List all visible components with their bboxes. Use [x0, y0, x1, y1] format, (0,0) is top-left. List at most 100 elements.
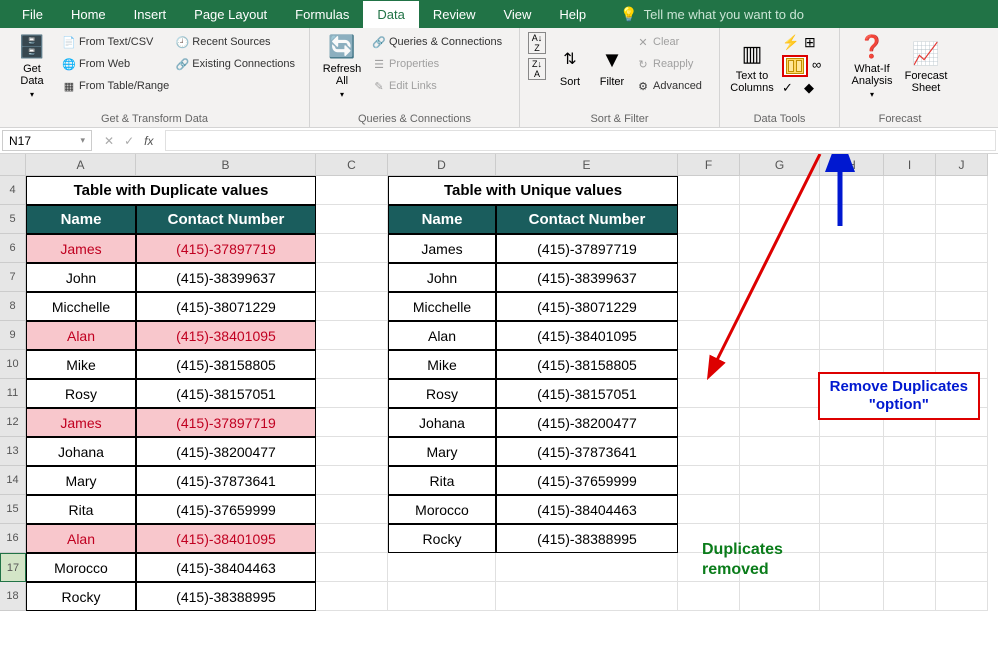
cell[interactable]	[936, 205, 988, 234]
cell[interactable]	[316, 524, 388, 553]
cell[interactable]	[678, 350, 740, 379]
select-all-corner[interactable]	[0, 154, 26, 176]
cell[interactable]	[678, 176, 740, 205]
cell[interactable]	[740, 437, 820, 466]
formula-bar[interactable]	[165, 130, 996, 151]
cell[interactable]	[820, 176, 884, 205]
text-to-columns-button[interactable]: ▥ Text to Columns	[728, 32, 776, 102]
cell[interactable]	[884, 176, 936, 205]
col-header[interactable]: B	[136, 154, 316, 176]
row-header[interactable]: 15	[0, 495, 26, 524]
cell[interactable]	[740, 321, 820, 350]
col-header[interactable]: C	[316, 154, 388, 176]
row-header[interactable]: 14	[0, 466, 26, 495]
cell[interactable]	[316, 263, 388, 292]
cell[interactable]	[740, 350, 820, 379]
col-header[interactable]: J	[936, 154, 988, 176]
cell[interactable]	[678, 379, 740, 408]
row-header[interactable]: 18	[0, 582, 26, 611]
cell[interactable]	[936, 292, 988, 321]
queries-connections[interactable]: 🔗Queries & Connections	[372, 32, 502, 52]
menu-tab-formulas[interactable]: Formulas	[281, 1, 363, 28]
cell[interactable]	[740, 176, 820, 205]
cell[interactable]	[316, 379, 388, 408]
cell[interactable]	[740, 408, 820, 437]
cell[interactable]	[316, 234, 388, 263]
row-header[interactable]: 7	[0, 263, 26, 292]
col-header[interactable]: A	[26, 154, 136, 176]
menu-tab-help[interactable]: Help	[545, 1, 600, 28]
existing-connections[interactable]: 🔗Existing Connections	[175, 54, 295, 74]
cell[interactable]	[740, 495, 820, 524]
cell[interactable]	[936, 176, 988, 205]
cell[interactable]	[884, 553, 936, 582]
cell[interactable]	[678, 292, 740, 321]
cell[interactable]	[820, 292, 884, 321]
name-box[interactable]: N17▾	[2, 130, 92, 151]
cell[interactable]	[820, 205, 884, 234]
advanced-filter[interactable]: ⚙Advanced	[636, 76, 702, 96]
row-header[interactable]: 4	[0, 176, 26, 205]
data-model-icon[interactable]: ◆	[804, 80, 822, 98]
cell[interactable]	[316, 582, 388, 611]
remove-duplicates-button[interactable]	[782, 55, 808, 77]
row-header[interactable]: 10	[0, 350, 26, 379]
forecast-sheet-button[interactable]: 📈 Forecast Sheet	[902, 32, 950, 102]
cell[interactable]	[936, 437, 988, 466]
cell[interactable]	[884, 321, 936, 350]
cancel-icon[interactable]: ✕	[104, 134, 114, 148]
cell[interactable]	[740, 263, 820, 292]
what-if-button[interactable]: ❓ What-If Analysis ▾	[848, 32, 896, 102]
cell[interactable]	[388, 553, 496, 582]
cell[interactable]	[316, 205, 388, 234]
refresh-all-button[interactable]: 🔄 Refresh All ▾	[318, 32, 366, 102]
col-header[interactable]: D	[388, 154, 496, 176]
from-web[interactable]: 🌐From Web	[62, 54, 169, 74]
cell[interactable]	[740, 466, 820, 495]
worksheet[interactable]: ABCDEFGHIJ4Table with Duplicate valuesTa…	[0, 154, 998, 647]
cell[interactable]	[316, 437, 388, 466]
row-header[interactable]: 17	[0, 553, 26, 582]
cell[interactable]	[316, 553, 388, 582]
cell[interactable]	[884, 437, 936, 466]
cell[interactable]	[316, 176, 388, 205]
cell[interactable]	[678, 234, 740, 263]
menu-tab-view[interactable]: View	[489, 1, 545, 28]
cell[interactable]	[936, 495, 988, 524]
cell[interactable]	[820, 553, 884, 582]
cell[interactable]	[820, 234, 884, 263]
menu-tab-insert[interactable]: Insert	[120, 1, 181, 28]
get-data-button[interactable]: 🗄️ Get Data ▾	[8, 32, 56, 102]
cell[interactable]	[316, 321, 388, 350]
consolidate-icon[interactable]: ⊞	[804, 34, 822, 52]
cell[interactable]	[740, 582, 820, 611]
col-header[interactable]: H	[820, 154, 884, 176]
data-validation-icon[interactable]: ✓	[782, 80, 800, 98]
cell[interactable]	[678, 263, 740, 292]
cell[interactable]	[316, 350, 388, 379]
row-header[interactable]: 13	[0, 437, 26, 466]
cell[interactable]	[678, 321, 740, 350]
cell[interactable]	[316, 408, 388, 437]
from-table-range[interactable]: ▦From Table/Range	[62, 76, 169, 96]
cell[interactable]	[884, 495, 936, 524]
cell[interactable]	[936, 263, 988, 292]
cell[interactable]	[936, 524, 988, 553]
col-header[interactable]: G	[740, 154, 820, 176]
cell[interactable]	[496, 553, 678, 582]
filter-button[interactable]: ▼ Filter	[594, 32, 630, 102]
relationships-icon[interactable]: ∞	[812, 57, 830, 75]
cell[interactable]	[678, 437, 740, 466]
cell[interactable]	[936, 553, 988, 582]
col-header[interactable]: F	[678, 154, 740, 176]
col-header[interactable]: I	[884, 154, 936, 176]
cell[interactable]	[678, 495, 740, 524]
menu-tab-review[interactable]: Review	[419, 1, 490, 28]
fx-icon[interactable]: fx	[144, 134, 153, 148]
cell[interactable]	[884, 234, 936, 263]
sort-button[interactable]: ⇅ Sort	[552, 32, 588, 102]
cell[interactable]	[884, 263, 936, 292]
menu-tab-home[interactable]: Home	[57, 1, 120, 28]
cell[interactable]	[820, 495, 884, 524]
from-text-csv[interactable]: 📄From Text/CSV	[62, 32, 169, 52]
